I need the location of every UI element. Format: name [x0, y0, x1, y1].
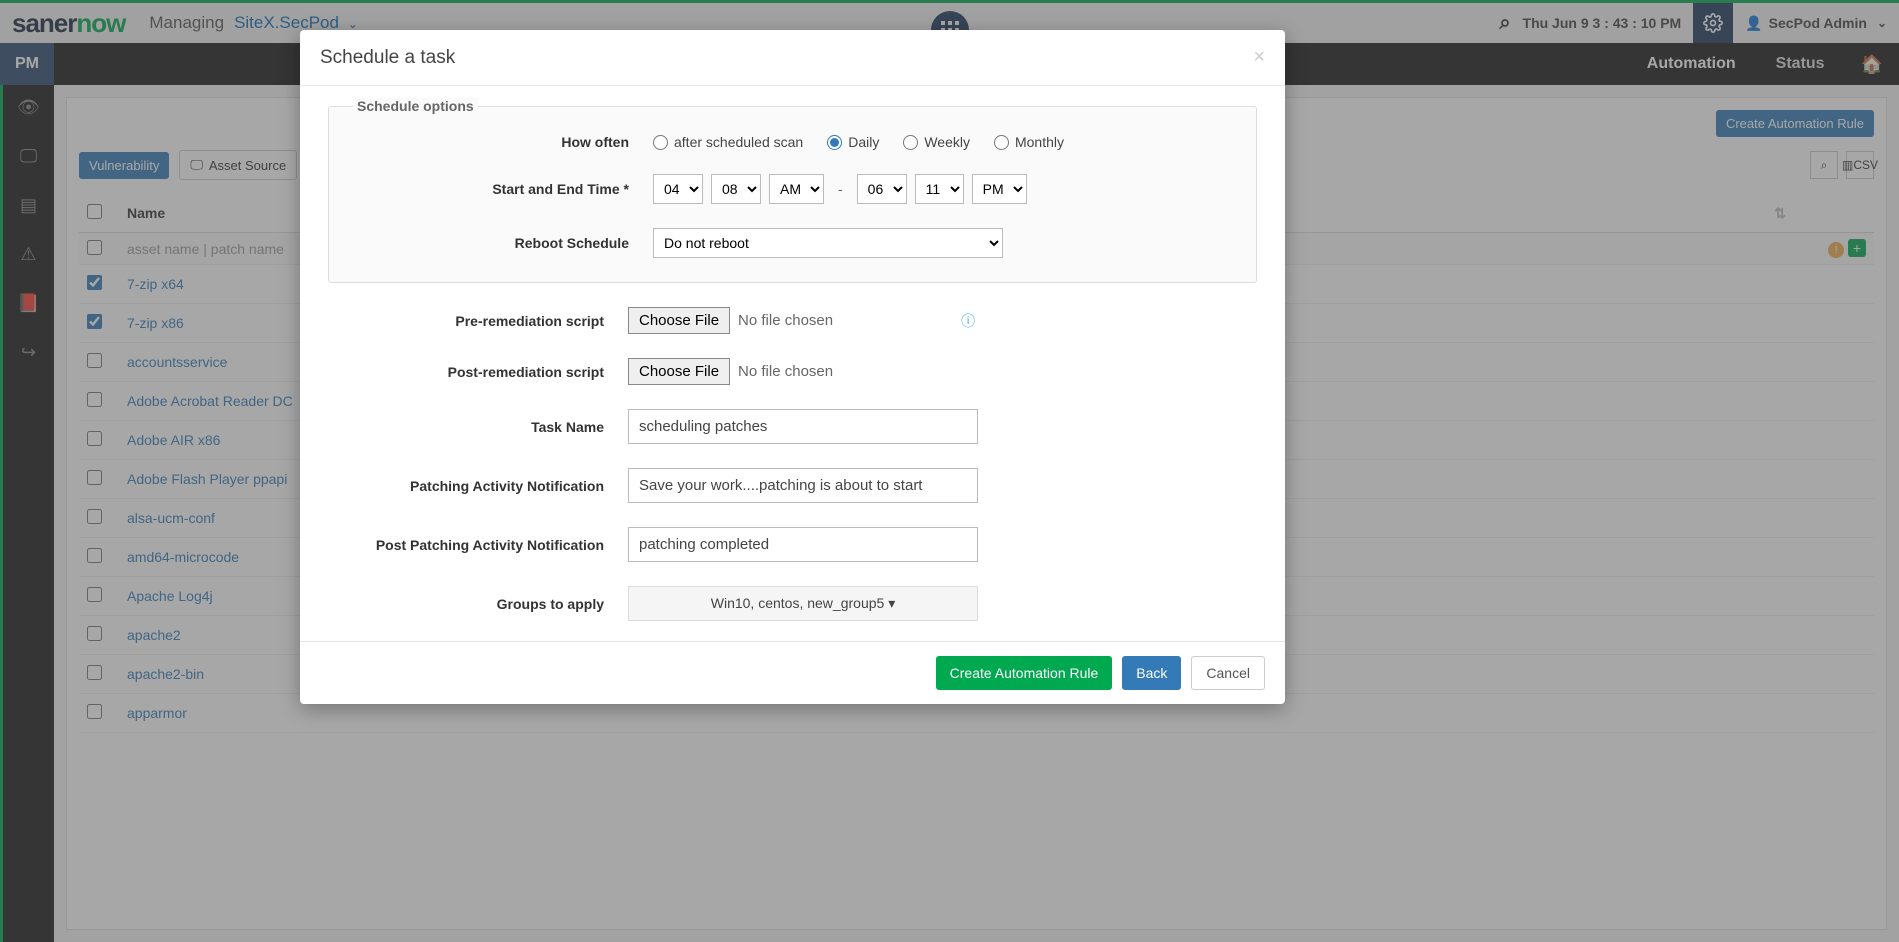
post-script-filename: No file chosen — [738, 363, 833, 380]
post-patching-notif-label: Post Patching Activity Notification — [328, 537, 628, 553]
radio-after-scan[interactable]: after scheduled scan — [653, 134, 803, 150]
end-hour-select[interactable]: 06 — [857, 174, 907, 204]
start-minute-select[interactable]: 08 — [711, 174, 761, 204]
radio-daily[interactable]: Daily — [827, 134, 879, 150]
time-label: Start and End Time * — [353, 181, 653, 197]
end-minute-select[interactable]: 11 — [915, 174, 964, 204]
reboot-select[interactable]: Do not reboot — [653, 228, 1003, 258]
time-separator: - — [832, 181, 849, 197]
groups-label: Groups to apply — [328, 596, 628, 612]
back-button[interactable]: Back — [1122, 656, 1181, 690]
cancel-button[interactable]: Cancel — [1191, 656, 1265, 690]
patching-notif-label: Patching Activity Notification — [328, 478, 628, 494]
post-script-choose-file[interactable]: Choose File — [628, 358, 730, 385]
radio-monthly[interactable]: Monthly — [994, 134, 1064, 150]
pre-script-choose-file[interactable]: Choose File — [628, 307, 730, 334]
end-ampm-select[interactable]: PM — [972, 174, 1027, 204]
pre-script-label: Pre-remediation script — [328, 313, 628, 329]
modal-overlay: Schedule a task × Schedule options How o… — [0, 0, 1899, 942]
info-icon[interactable]: ⓘ — [961, 311, 975, 331]
create-automation-rule-button[interactable]: Create Automation Rule — [936, 656, 1113, 690]
task-name-input[interactable] — [628, 409, 978, 444]
reboot-label: Reboot Schedule — [353, 235, 653, 251]
close-icon[interactable]: × — [1253, 46, 1265, 69]
groups-dropdown[interactable]: Win10, centos, new_group5 ▾ — [628, 586, 978, 621]
start-hour-select[interactable]: 04 — [653, 174, 703, 204]
post-script-label: Post-remediation script — [328, 364, 628, 380]
radio-weekly[interactable]: Weekly — [903, 134, 970, 150]
schedule-options-legend: Schedule options — [353, 98, 478, 114]
modal-title: Schedule a task — [320, 47, 455, 69]
how-often-label: How often — [353, 134, 653, 150]
pre-script-filename: No file chosen — [738, 312, 833, 329]
start-ampm-select[interactable]: AM — [769, 174, 824, 204]
patching-notif-input[interactable] — [628, 468, 978, 503]
caret-down-icon: ▾ — [888, 595, 895, 611]
post-patching-notif-input[interactable] — [628, 527, 978, 562]
schedule-task-modal: Schedule a task × Schedule options How o… — [300, 30, 1285, 704]
task-name-label: Task Name — [328, 419, 628, 435]
